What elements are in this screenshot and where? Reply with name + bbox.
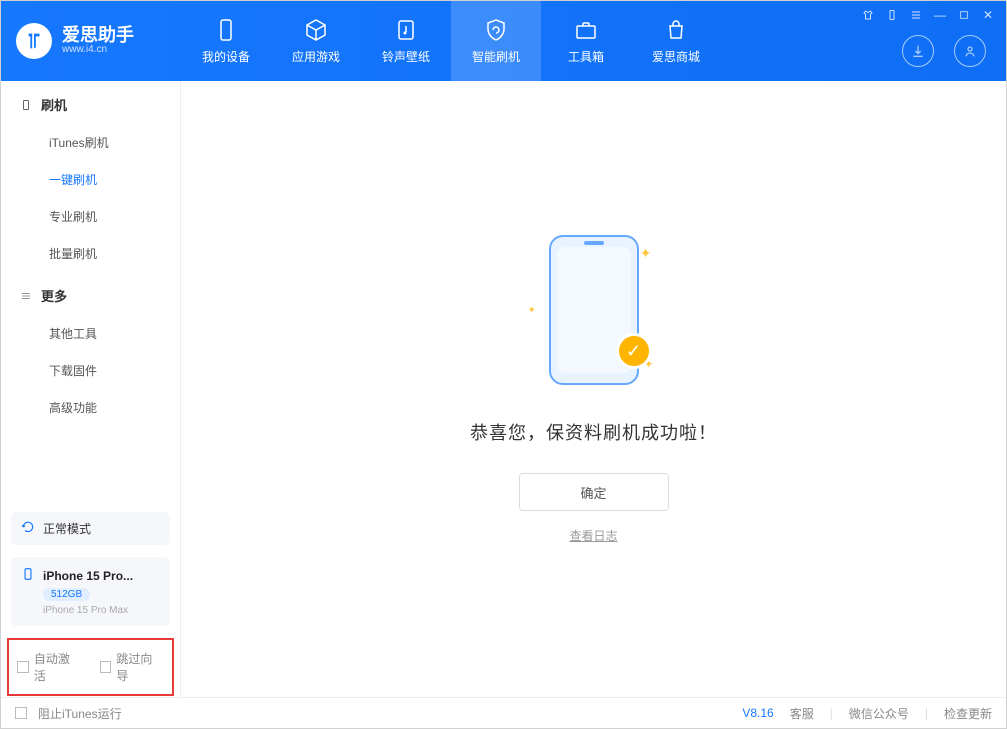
nav-tab-store[interactable]: 爱思商城	[631, 1, 721, 81]
nav-label: 智能刷机	[472, 48, 520, 65]
nav-tab-ringtones[interactable]: 铃声壁纸	[361, 1, 451, 81]
logo-icon	[16, 23, 52, 59]
sidebar-item-batch-flash[interactable]: 批量刷机	[1, 235, 180, 272]
checkbox-label: 阻止iTunes运行	[38, 705, 122, 722]
sidebar-item-other-tools[interactable]: 其他工具	[1, 315, 180, 352]
phone-icon[interactable]	[884, 7, 900, 23]
nav-label: 铃声壁纸	[382, 48, 430, 65]
sidebar-item-advanced[interactable]: 高级功能	[1, 389, 180, 426]
success-illustration: ✦ ✦ ✦ ✓	[534, 235, 654, 395]
section-title: 更多	[41, 286, 67, 305]
device-icon	[214, 18, 238, 42]
sidebar-item-itunes-flash[interactable]: iTunes刷机	[1, 124, 180, 161]
phone-small-icon	[19, 98, 33, 112]
storage-badge: 512GB	[43, 588, 90, 601]
skin-icon[interactable]	[860, 7, 876, 23]
nav-label: 爱思商城	[652, 48, 700, 65]
phone-icon	[21, 567, 35, 584]
shield-refresh-icon	[484, 18, 508, 42]
close-button[interactable]: ✕	[980, 7, 996, 23]
minimize-button[interactable]: —	[932, 7, 948, 23]
device-box[interactable]: iPhone 15 Pro... 512GB iPhone 15 Pro Max	[11, 557, 170, 626]
sparkle-icon: ✦	[528, 305, 536, 316]
check-badge-icon: ✓	[616, 333, 652, 369]
sidebar-section-more: 更多	[1, 272, 180, 315]
store-icon	[664, 18, 688, 42]
nav-label: 应用游戏	[292, 48, 340, 65]
sidebar-section-flash: 刷机	[1, 81, 180, 124]
app-subtitle: www.i4.cn	[62, 44, 134, 56]
view-log-link[interactable]: 查看日志	[569, 527, 617, 544]
footer-link-wechat[interactable]: 微信公众号	[849, 705, 909, 722]
mode-label: 正常模式	[43, 520, 91, 537]
device-full-name: iPhone 15 Pro Max	[43, 605, 160, 616]
music-icon	[394, 18, 418, 42]
auto-activate-checkbox[interactable]: 自动激活	[17, 650, 82, 684]
more-icon	[19, 289, 33, 303]
sparkle-icon: ✦	[640, 245, 652, 262]
download-icon	[910, 43, 926, 59]
nav-label: 我的设备	[202, 48, 250, 65]
sidebar-item-pro-flash[interactable]: 专业刷机	[1, 198, 180, 235]
checkbox-label: 跳过向导	[116, 650, 164, 684]
menu-icon[interactable]	[908, 7, 924, 23]
maximize-button[interactable]	[956, 7, 972, 23]
device-name: iPhone 15 Pro...	[43, 569, 133, 583]
version-label: V8.16	[742, 706, 773, 720]
nav-tab-device[interactable]: 我的设备	[181, 1, 271, 81]
ok-button[interactable]: 确定	[519, 473, 669, 511]
cube-icon	[304, 18, 328, 42]
download-button[interactable]	[902, 35, 934, 67]
highlighted-checkboxes: 自动激活 跳过向导	[7, 638, 174, 696]
nav-label: 工具箱	[568, 48, 604, 65]
toolbox-icon	[574, 18, 598, 42]
refresh-icon	[21, 520, 35, 537]
account-button[interactable]	[954, 35, 986, 67]
nav-tab-flash[interactable]: 智能刷机	[451, 1, 541, 81]
checkbox-label: 自动激活	[34, 650, 82, 684]
footer-link-support[interactable]: 客服	[790, 705, 814, 722]
footer-link-update[interactable]: 检查更新	[944, 705, 992, 722]
block-itunes-checkbox[interactable]: 阻止iTunes运行	[15, 705, 122, 722]
success-message: 恭喜您，保资料刷机成功啦！	[470, 419, 717, 445]
user-icon	[962, 43, 978, 59]
logo-area: 爱思助手 www.i4.cn	[1, 23, 181, 59]
nav-tab-toolbox[interactable]: 工具箱	[541, 1, 631, 81]
nav-tab-apps[interactable]: 应用游戏	[271, 1, 361, 81]
section-title: 刷机	[41, 95, 67, 114]
skip-wizard-checkbox[interactable]: 跳过向导	[100, 650, 165, 684]
sidebar-item-download-firmware[interactable]: 下载固件	[1, 352, 180, 389]
app-title: 爱思助手	[62, 26, 134, 44]
mode-box[interactable]: 正常模式	[11, 512, 170, 545]
sidebar-item-oneclick-flash[interactable]: 一键刷机	[1, 161, 180, 198]
